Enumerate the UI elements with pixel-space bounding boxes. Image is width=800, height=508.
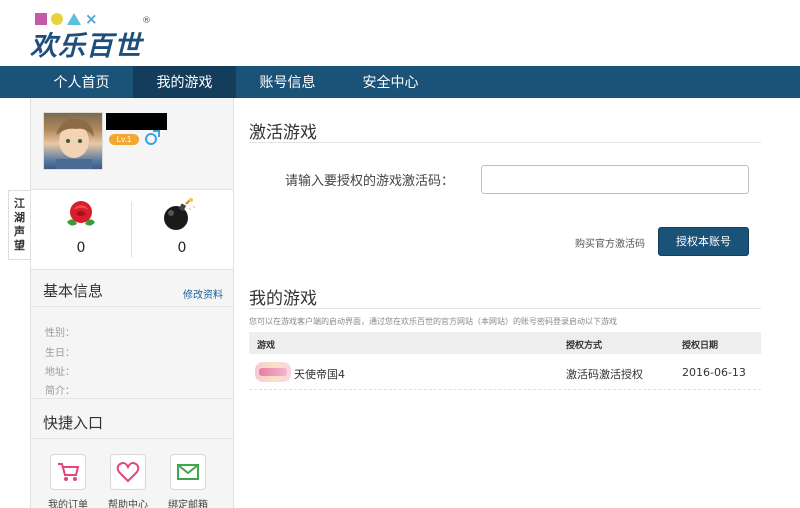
quick-access-title: 快捷入口 — [43, 415, 104, 432]
info-intro: 简介： — [45, 386, 75, 397]
quick-label: 绑定邮箱 — [168, 500, 208, 508]
my-games-hint: 您可以在游戏客户端的启动界面，通过您在欢乐百世的官方网站（本网站）的账号密码登录… — [249, 317, 617, 326]
games-table-header: 游戏 授权方式 授权日期 — [249, 332, 761, 354]
quick-help-center[interactable]: 帮助中心 — [104, 454, 152, 508]
quick-my-orders[interactable]: 我的订单 — [44, 454, 92, 508]
reputation-side-tab[interactable]: 江 湖 声 望 — [8, 190, 30, 260]
site-logo[interactable]: × 欢乐百世 ® — [30, 8, 155, 63]
quick-label: 帮助中心 — [108, 500, 148, 508]
game-name[interactable]: 天使帝国4 — [294, 366, 345, 382]
registered-mark: ® — [142, 16, 151, 26]
mail-icon — [170, 454, 206, 490]
header: × 欢乐百世 ® — [0, 0, 800, 66]
profile-card: Lv.1 — [31, 98, 233, 190]
side-tab-char: 湖 — [14, 212, 25, 224]
side-tab-char: 声 — [14, 226, 25, 238]
divider — [249, 308, 761, 309]
info-birthday: 生日： — [45, 348, 75, 359]
logo-text: 欢乐百世 — [30, 31, 142, 62]
rose-icon — [67, 201, 95, 226]
male-gender-icon — [145, 130, 160, 145]
auth-date: 2016-06-13 — [682, 366, 746, 379]
sidebar: Lv.1 0 0 基本信息 修改资料 性别： 生日： 地址： 简介： 快捷入口 … — [30, 98, 234, 508]
activation-code-input[interactable] — [481, 165, 749, 194]
info-address: 地址： — [45, 367, 75, 378]
table-row[interactable]: 天使帝国4 激活码激活授权 2016-06-13 — [249, 354, 761, 390]
heart-icon — [110, 454, 146, 490]
authorize-account-button[interactable]: 授权本账号 — [658, 227, 749, 256]
avatar[interactable] — [43, 112, 103, 170]
divider — [31, 306, 233, 307]
username-redacted — [106, 113, 167, 130]
column-header-game: 游戏 — [257, 341, 276, 351]
info-gender: 性别： — [45, 328, 75, 339]
level-badge: Lv.1 — [109, 134, 139, 145]
nav-item-my-games[interactable]: 我的游戏 — [133, 66, 236, 98]
bomb-icon — [164, 198, 196, 230]
nav-item-account-info[interactable]: 账号信息 — [236, 66, 339, 98]
side-tab-char: 望 — [14, 240, 25, 252]
stats-panel: 0 0 — [31, 190, 233, 270]
divider — [249, 142, 761, 143]
divider — [31, 438, 233, 439]
side-tab-char: 江 — [14, 198, 25, 210]
nav-item-home[interactable]: 个人首页 — [30, 66, 133, 98]
my-games-title: 我的游戏 — [249, 289, 317, 308]
column-header-date: 授权日期 — [682, 341, 719, 351]
divider — [31, 398, 233, 399]
rose-stat[interactable]: 0 — [31, 190, 132, 270]
cart-icon — [50, 454, 86, 490]
quick-label: 我的订单 — [48, 500, 88, 508]
column-header-method: 授权方式 — [566, 341, 603, 351]
bomb-count: 0 — [177, 240, 187, 256]
main-nav: 个人首页 我的游戏 账号信息 安全中心 — [0, 66, 800, 98]
nav-item-security-center[interactable]: 安全中心 — [339, 66, 442, 98]
auth-method: 激活码激活授权 — [566, 368, 643, 381]
activate-game-title: 激活游戏 — [249, 123, 317, 142]
quick-bind-email[interactable]: 绑定邮箱 — [164, 454, 212, 508]
rose-count: 0 — [76, 240, 86, 256]
edit-profile-link[interactable]: 修改资料 — [183, 286, 223, 301]
bomb-stat[interactable]: 0 — [132, 190, 233, 270]
game-logo-icon — [255, 362, 291, 382]
activation-code-label: 请输入要授权的游戏激活码： — [285, 174, 455, 189]
basic-info-title: 基本信息 — [43, 283, 104, 300]
buy-activation-code-link[interactable]: 购买官方激活码 — [575, 235, 645, 250]
